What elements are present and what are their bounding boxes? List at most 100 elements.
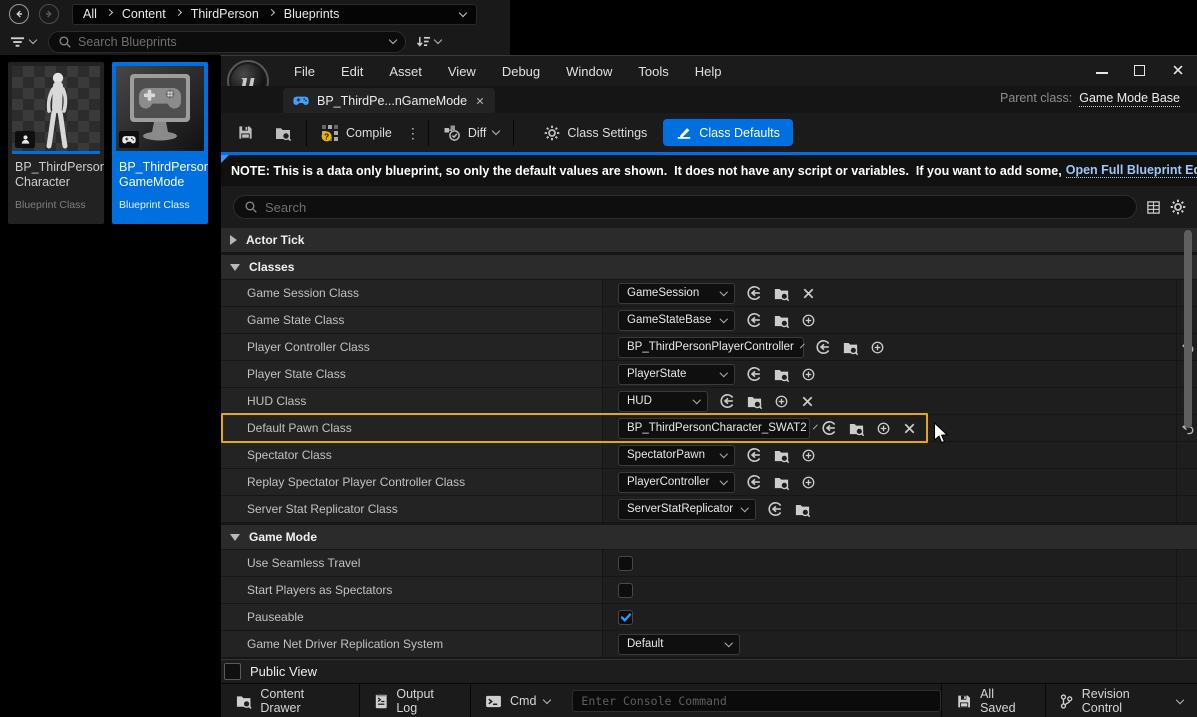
browse-to-asset-icon[interactable] [773, 285, 790, 302]
start-players-as-spectators-checkbox[interactable] [618, 583, 633, 598]
close-button[interactable] [1171, 63, 1185, 77]
asset-search-input[interactable] [78, 35, 384, 49]
filter-button[interactable] [10, 36, 36, 48]
parent-class-value[interactable]: Game Mode Base [1079, 91, 1180, 107]
player-state-class-dropdown[interactable]: PlayerState [618, 364, 735, 385]
save-button[interactable] [227, 119, 264, 147]
browse-to-asset-icon[interactable] [746, 393, 763, 410]
public-view-checkbox[interactable] [224, 663, 241, 680]
game-session-class-dropdown[interactable]: GameSession [618, 283, 735, 304]
use-selected-icon[interactable] [746, 285, 762, 301]
display-mode-icon[interactable] [1146, 200, 1161, 215]
use-selected-icon[interactable] [767, 501, 783, 517]
maximize-button[interactable] [1134, 65, 1145, 76]
menu-item-asset[interactable]: Asset [376, 64, 435, 79]
add-icon[interactable] [801, 475, 816, 490]
use-selected-icon[interactable] [746, 312, 762, 328]
default-pawn-class-dropdown[interactable]: BP_ThirdPersonCharacter_SWAT2 [618, 418, 810, 439]
back-button[interactable] [9, 4, 29, 24]
search-options-icon[interactable] [389, 36, 397, 44]
console-command-field[interactable] [572, 690, 940, 712]
use-selected-icon[interactable] [746, 474, 762, 490]
details-scrollbar[interactable] [1184, 230, 1192, 428]
breadcrumb-separator-icon [268, 9, 275, 16]
menu-item-tools[interactable]: Tools [625, 64, 681, 79]
browse-to-asset-icon[interactable] [794, 501, 811, 518]
path-dropdown-icon[interactable] [459, 8, 467, 16]
add-icon[interactable] [801, 313, 816, 328]
revision-control-button[interactable]: Revision Control [1045, 684, 1197, 717]
menu-item-view[interactable]: View [435, 64, 489, 79]
clear-icon[interactable] [800, 394, 815, 409]
use-selected-icon[interactable] [746, 366, 762, 382]
game-net-driver-replication-dropdown[interactable]: Default [618, 634, 740, 655]
pauseable-checkbox[interactable] [618, 610, 633, 625]
asset-tile-character[interactable]: BP_ThirdPersonCharacter Blueprint Class [8, 62, 104, 224]
property-row-game-state-class: Game State Class GameStateBase [221, 307, 1197, 333]
forward-button[interactable] [39, 4, 59, 24]
browse-to-asset-icon[interactable] [773, 312, 790, 329]
spectator-class-dropdown[interactable]: SpectatorPawn [618, 445, 735, 466]
add-icon[interactable] [774, 394, 789, 409]
class-defaults-button[interactable]: Class Defaults [663, 119, 793, 146]
browse-to-asset-icon[interactable] [773, 474, 790, 491]
details-search-field[interactable] [233, 195, 1137, 219]
asset-search-field[interactable] [48, 31, 406, 53]
use-seamless-travel-checkbox[interactable] [618, 556, 633, 571]
hud-class-dropdown[interactable]: HUD [618, 391, 708, 412]
browse-asset-button[interactable] [264, 119, 302, 147]
category-game-mode[interactable]: Game Mode [221, 525, 1197, 549]
expanded-arrow-icon [230, 534, 240, 541]
menu-item-help[interactable]: Help [682, 64, 735, 79]
replay-spectator-player-controller-dropdown[interactable]: PlayerController [618, 472, 735, 493]
compile-button[interactable]: Compile [311, 119, 402, 147]
all-saved-button[interactable]: All Saved [942, 684, 1045, 717]
parent-class-label: Parent class: [1000, 91, 1072, 105]
category-actor-tick[interactable]: Actor Tick [221, 228, 1197, 252]
use-selected-icon[interactable] [821, 420, 837, 436]
mouse-cursor [933, 422, 950, 445]
tab-gamemode[interactable]: BP_ThirdPe...nGameMode [283, 88, 495, 113]
menu-item-window[interactable]: Window [553, 64, 625, 79]
breadcrumb-item-thirdperson[interactable]: ThirdPerson [191, 7, 259, 21]
browse-to-asset-icon[interactable] [773, 366, 790, 383]
add-icon[interactable] [876, 421, 891, 436]
menu-item-file[interactable]: File [281, 64, 328, 79]
menu-item-edit[interactable]: Edit [328, 64, 376, 79]
content-drawer-button[interactable]: Content Drawer [221, 684, 359, 717]
breadcrumb-separator-icon [106, 9, 113, 16]
use-selected-icon[interactable] [815, 339, 831, 355]
breadcrumb-item-content[interactable]: Content [122, 7, 166, 21]
clear-icon[interactable] [801, 286, 816, 301]
minimize-button[interactable] [1096, 66, 1108, 74]
breadcrumb-item-blueprints[interactable]: Blueprints [284, 7, 340, 21]
clear-icon[interactable] [902, 421, 917, 436]
property-label: Spectator Class [221, 442, 603, 468]
player-controller-class-dropdown[interactable]: BP_ThirdPersonPlayerController [618, 337, 804, 358]
breadcrumb-item-all[interactable]: All [83, 7, 97, 21]
game-state-class-dropdown[interactable]: GameStateBase [618, 310, 735, 331]
use-selected-icon[interactable] [719, 393, 735, 409]
sort-button[interactable] [416, 35, 441, 48]
browse-to-asset-icon[interactable] [848, 420, 865, 437]
add-icon[interactable] [801, 367, 816, 382]
output-log-button[interactable]: Output Log [360, 684, 470, 717]
browse-to-asset-icon[interactable] [773, 447, 790, 464]
cmd-button[interactable]: Cmd [471, 684, 564, 717]
compile-options-icon[interactable]: ⋮ [402, 128, 424, 138]
category-classes[interactable]: Classes [221, 255, 1197, 279]
tab-close-icon[interactable] [475, 96, 485, 106]
menu-item-debug[interactable]: Debug [489, 64, 553, 79]
open-full-blueprint-editor-link[interactable]: Open Full Blueprint Editor [1066, 163, 1197, 178]
diff-button[interactable]: Diff [433, 119, 510, 147]
use-selected-icon[interactable] [746, 447, 762, 463]
details-settings-gear-icon[interactable] [1170, 199, 1186, 215]
add-icon[interactable] [870, 340, 885, 355]
details-search-input[interactable] [265, 200, 1126, 215]
asset-tile-gamemode[interactable]: BP_ThirdPersonGameMode Blueprint Class [112, 62, 208, 224]
browse-to-asset-icon[interactable] [842, 339, 859, 356]
server-stat-replicator-dropdown[interactable]: ServerStatReplicator [618, 499, 756, 520]
class-settings-button[interactable]: Class Settings [534, 119, 657, 147]
add-icon[interactable] [801, 448, 816, 463]
console-command-input[interactable] [581, 694, 931, 708]
